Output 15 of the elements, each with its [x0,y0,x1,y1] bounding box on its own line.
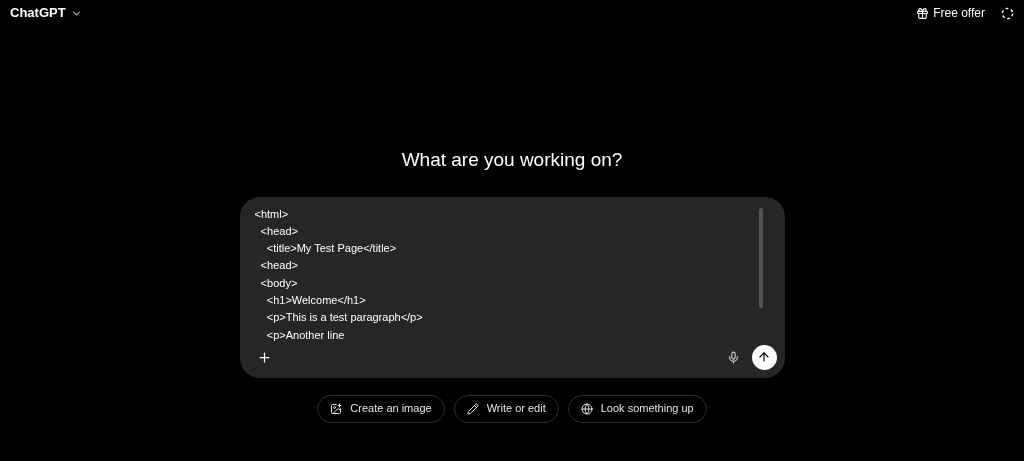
free-offer-button[interactable]: Free offer [916,4,985,22]
image-icon [330,402,343,415]
write-icon [466,402,479,415]
microphone-button[interactable] [726,350,740,364]
search-icon [580,402,593,415]
microphone-icon [726,350,740,364]
prompt-field[interactable]: <html> <head> <title>My Test Page</title> <head> <body> <h1>Welcome</h1> <p>This is a test paragraph</p> <p>Another line [239,196,785,378]
scrollbar[interactable] [758,207,763,308]
model-selector[interactable]: ChatGPT [10,3,83,23]
dashed-circle-icon[interactable] [1001,6,1014,20]
prompt-text: <html> <head> <title>My Test Page</title> <head> <body> <h1>Welcome</h1> <p>This is a test paragraph</p> <p>Another line [254,206,423,343]
page-heading: What are you working on? [401,148,623,172]
plus-icon [256,349,272,365]
send-button[interactable] [751,344,777,370]
gift-icon [916,6,930,20]
